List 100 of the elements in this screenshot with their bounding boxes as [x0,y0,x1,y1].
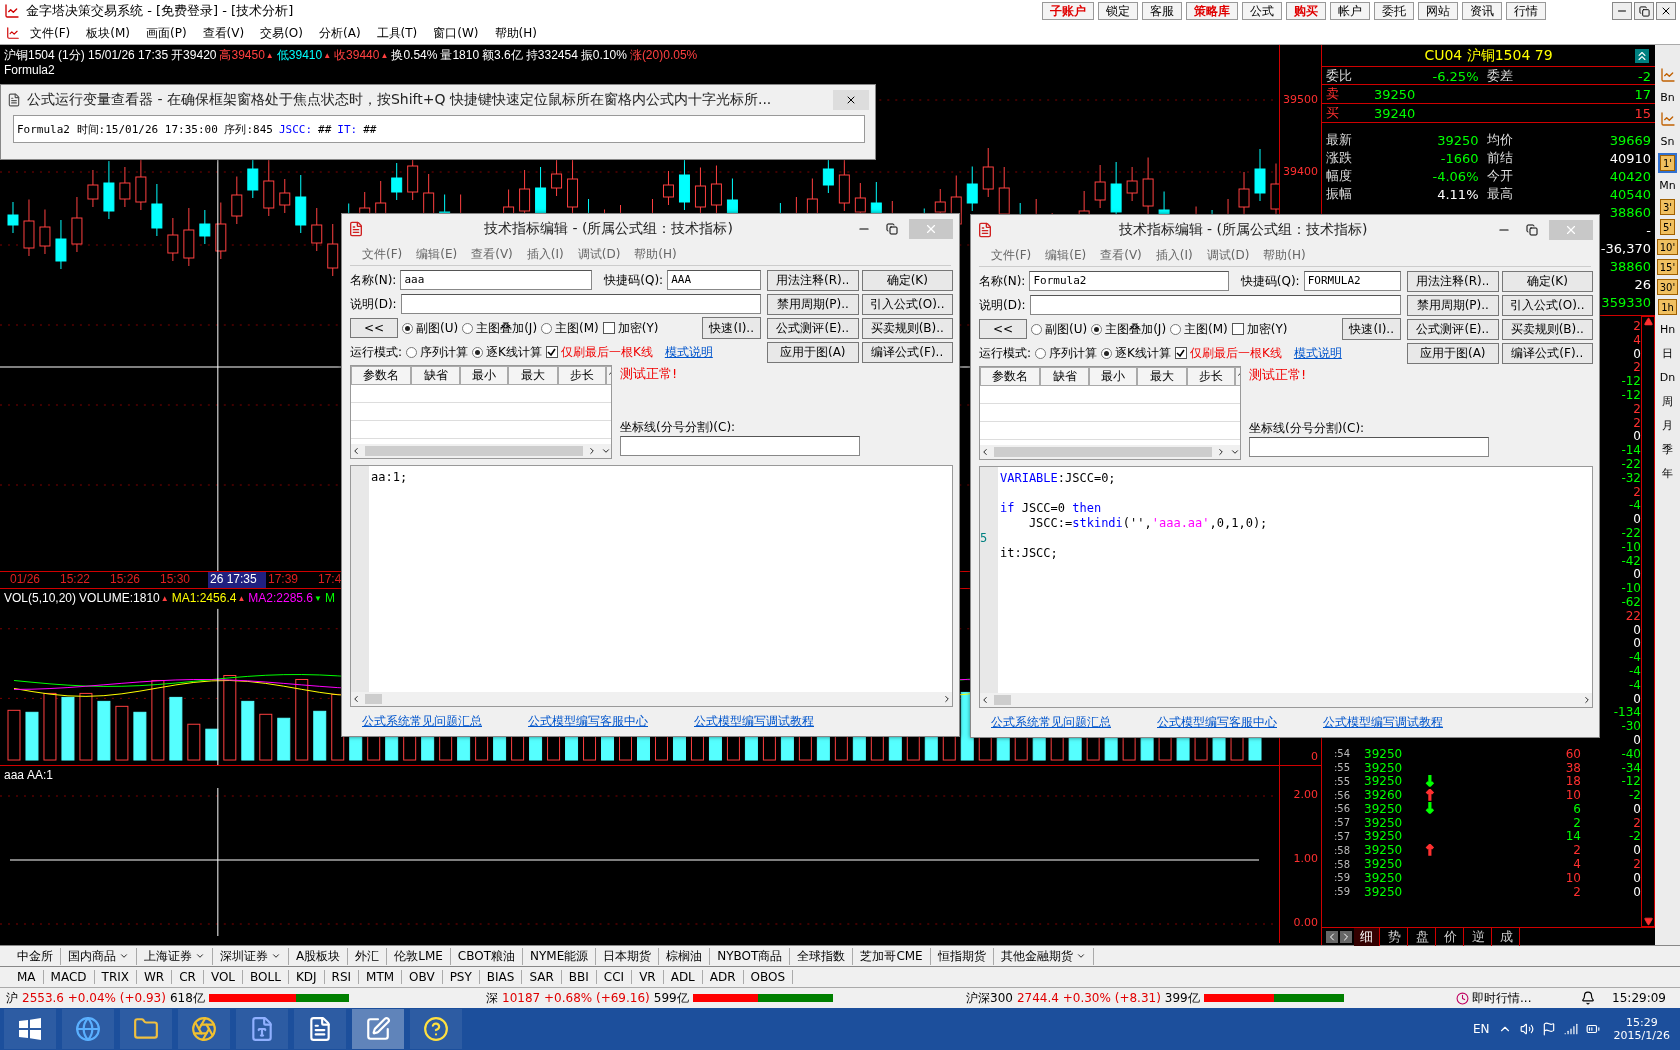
start-button[interactable] [4,1009,56,1049]
taskbar-app[interactable] [120,1009,172,1049]
help-link[interactable]: 公式模型编写客服中心 [528,713,648,730]
axis-lines-field[interactable] [1249,437,1489,457]
panel-tab[interactable]: 细 [1354,927,1380,946]
market-tab[interactable]: A股板块 [289,947,349,965]
menu-item[interactable]: 文件(F) [362,246,403,263]
chart-icon[interactable] [1659,111,1676,127]
dialog-button[interactable]: 买卖规则(B).. [861,318,953,339]
dialog-button[interactable]: 引入公式(O).. [1501,295,1593,316]
scrollbar-thumb[interactable] [994,695,1011,705]
help-link[interactable]: 公式模型编写调试教程 [694,713,814,730]
market-tab[interactable]: 棕榈油 [659,947,711,965]
toolbar-button[interactable]: 资讯 [1462,2,1502,20]
period-button[interactable]: 15' [1656,259,1679,275]
scrollbar-thumb[interactable] [994,447,1212,457]
dialog-button[interactable]: 确定(K) [1501,271,1593,292]
indicator-tab[interactable]: BIAS [479,970,523,984]
scroll-left-icon[interactable] [980,447,990,457]
scroll-down-icon[interactable] [601,446,611,456]
axis-lines-field[interactable] [620,436,860,456]
radio-button[interactable] [541,322,553,334]
market-tab[interactable]: 国内商品 [61,947,137,965]
period-button[interactable]: 日 [1662,343,1673,363]
period-button[interactable]: 5' [1659,219,1676,235]
quick-button[interactable]: 快速(I).. [1342,318,1401,340]
menu-item[interactable]: 窗口(W) [427,24,485,42]
checkbox[interactable] [1174,347,1187,359]
scroll-left-icon[interactable] [980,695,990,705]
mode-help-link[interactable]: 模式说明 [1293,344,1342,362]
radio-button[interactable] [1031,323,1042,335]
menu-item[interactable]: 插入(I) [1155,247,1193,264]
toolbar-button[interactable]: 策略库 [1186,2,1238,20]
toolbar-button[interactable]: 委托 [1374,2,1414,20]
scrollbar-thumb[interactable] [365,446,583,456]
menu-item[interactable]: 分析(A) [313,24,367,42]
dialog-button[interactable]: 禁用周期(P).. [1407,295,1499,316]
speaker-icon[interactable] [1519,1022,1534,1036]
checkbox[interactable] [602,322,615,334]
indicator-tab[interactable]: RSI [324,970,360,984]
dialog-button[interactable]: 禁用周期(P).. [767,294,859,315]
dialog-button[interactable]: 编译公式(F).. [861,342,953,363]
scroll-left-icon[interactable] [351,446,361,456]
menu-item[interactable]: 板块(M) [80,24,136,42]
radio-button[interactable] [462,322,474,334]
indicator-tab[interactable]: ADR [702,970,744,984]
taskbar-app[interactable] [236,1009,288,1049]
period-button[interactable]: 年 [1662,463,1673,483]
indicator-tab[interactable]: VR [632,970,664,984]
double-up-icon[interactable] [1635,48,1649,63]
menu-item[interactable]: 文件(F) [991,247,1032,264]
indicator-tab[interactable]: BOLL [243,970,289,984]
dialog-button[interactable]: 买卖规则(B).. [1501,319,1593,340]
toolbar-button[interactable]: 帐户 [1330,2,1370,20]
indicator-tab[interactable]: ADL [663,970,703,984]
scroll-up-icon[interactable] [1643,317,1653,326]
language-indicator[interactable]: EN [1473,1022,1490,1036]
market-tab[interactable]: 恒指期货 [930,947,994,965]
indicator-tab[interactable]: MACD [43,970,95,984]
scroll-right-icon[interactable] [1216,447,1226,457]
code-editor[interactable]: 5 VARIABLE:JSCC=0; if JSCC=0 then JSCC:=stkindi('','aaa.aa',0,1,0); it:JSCC; [979,466,1593,708]
period-button[interactable]: 10' [1656,239,1679,255]
menu-item[interactable]: 帮助(H) [1263,247,1306,264]
radio-button[interactable] [1170,323,1182,335]
help-link[interactable]: 公式模型编写客服中心 [1157,714,1277,731]
period-button[interactable]: Mn [1659,175,1676,195]
dialog-button[interactable]: 确定(K) [861,270,953,291]
shortcut-field[interactable]: AAA [667,270,761,290]
help-link[interactable]: 公式模型编写调试教程 [1323,714,1443,731]
toolbar-button[interactable]: 行情 [1506,2,1546,20]
menu-item[interactable]: 交易(O) [254,24,309,42]
market-tab[interactable]: CBOT粮油 [450,947,524,965]
period-button[interactable]: Bn [1660,87,1675,107]
scroll-left-icon[interactable] [351,694,361,704]
dialog-button[interactable]: 用法注释(R).. [1407,271,1499,292]
quick-button[interactable]: 快速(I).. [702,317,761,339]
indicator-tab[interactable]: SAR [522,970,562,984]
period-button[interactable]: 30' [1656,279,1679,295]
scroll-down-icon[interactable] [1230,447,1240,457]
toolbar-button[interactable]: 客服 [1142,2,1182,20]
toolbar-button[interactable]: 购买 [1286,2,1326,20]
radio-button[interactable] [472,346,484,358]
menu-item[interactable]: 调试(D) [577,246,621,263]
menu-item[interactable]: 编辑(E) [416,246,458,263]
bell-icon[interactable] [1581,991,1596,1005]
name-field[interactable]: Formula2 [1029,271,1229,291]
period-button[interactable]: 1h [1658,299,1677,315]
indicator-tab[interactable]: MTM [359,970,403,984]
radio-button[interactable] [402,322,413,334]
taskbar-app[interactable] [410,1009,462,1049]
market-tab[interactable]: 全球指数 [790,947,854,965]
checkbox[interactable] [1231,323,1244,335]
menu-item[interactable]: 画面(P) [140,24,193,42]
toolbar-button[interactable]: 网站 [1418,2,1458,20]
market-tab[interactable]: 中金所 [10,947,61,965]
scroll-right-icon[interactable] [1582,695,1592,705]
indicator-tab[interactable]: MA [10,970,44,984]
taskbar-app[interactable] [178,1009,230,1049]
description-field[interactable] [400,294,761,314]
scroll-down-icon[interactable] [1643,917,1653,926]
